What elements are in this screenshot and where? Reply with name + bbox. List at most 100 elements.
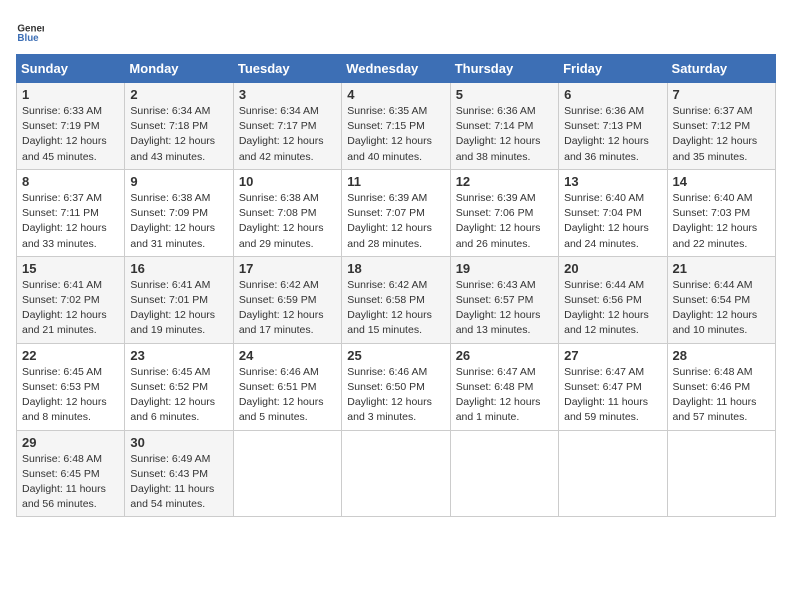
daylight-label: Daylight: 12 hours and 43 minutes. xyxy=(130,135,215,162)
sunrise-label: Sunrise: 6:41 AM xyxy=(130,279,210,291)
day-info: Sunrise: 6:34 AM Sunset: 7:17 PM Dayligh… xyxy=(239,104,336,165)
calendar-cell: 9 Sunrise: 6:38 AM Sunset: 7:09 PM Dayli… xyxy=(125,169,233,256)
calendar-cell: 28 Sunrise: 6:48 AM Sunset: 6:46 PM Dayl… xyxy=(667,343,775,430)
sunrise-label: Sunrise: 6:34 AM xyxy=(130,105,210,117)
sunrise-label: Sunrise: 6:46 AM xyxy=(347,366,427,378)
sunrise-label: Sunrise: 6:44 AM xyxy=(673,279,753,291)
day-number: 30 xyxy=(130,435,227,450)
daylight-label: Daylight: 11 hours and 59 minutes. xyxy=(564,396,648,423)
calendar-row: 1 Sunrise: 6:33 AM Sunset: 7:19 PM Dayli… xyxy=(17,83,776,170)
calendar-cell: 24 Sunrise: 6:46 AM Sunset: 6:51 PM Dayl… xyxy=(233,343,341,430)
sunset-label: Sunset: 7:04 PM xyxy=(564,207,642,219)
sunrise-label: Sunrise: 6:43 AM xyxy=(456,279,536,291)
daylight-label: Daylight: 12 hours and 42 minutes. xyxy=(239,135,324,162)
day-info: Sunrise: 6:40 AM Sunset: 7:03 PM Dayligh… xyxy=(673,191,770,252)
sunset-label: Sunset: 6:47 PM xyxy=(564,381,642,393)
sunrise-label: Sunrise: 6:41 AM xyxy=(22,279,102,291)
sunrise-label: Sunrise: 6:45 AM xyxy=(130,366,210,378)
day-info: Sunrise: 6:45 AM Sunset: 6:53 PM Dayligh… xyxy=(22,365,119,426)
daylight-label: Daylight: 12 hours and 12 minutes. xyxy=(564,309,649,336)
day-info: Sunrise: 6:35 AM Sunset: 7:15 PM Dayligh… xyxy=(347,104,444,165)
day-number: 1 xyxy=(22,87,119,102)
day-number: 22 xyxy=(22,348,119,363)
day-number: 11 xyxy=(347,174,444,189)
sunrise-label: Sunrise: 6:47 AM xyxy=(456,366,536,378)
day-info: Sunrise: 6:43 AM Sunset: 6:57 PM Dayligh… xyxy=(456,278,553,339)
calendar-cell xyxy=(342,430,450,517)
day-info: Sunrise: 6:38 AM Sunset: 7:08 PM Dayligh… xyxy=(239,191,336,252)
sunset-label: Sunset: 7:07 PM xyxy=(347,207,425,219)
sunset-label: Sunset: 6:56 PM xyxy=(564,294,642,306)
day-number: 3 xyxy=(239,87,336,102)
calendar-cell: 2 Sunrise: 6:34 AM Sunset: 7:18 PM Dayli… xyxy=(125,83,233,170)
day-info: Sunrise: 6:44 AM Sunset: 6:56 PM Dayligh… xyxy=(564,278,661,339)
sunrise-label: Sunrise: 6:48 AM xyxy=(22,453,102,465)
daylight-label: Daylight: 12 hours and 33 minutes. xyxy=(22,222,107,249)
weekday-header: Thursday xyxy=(450,55,558,83)
daylight-label: Daylight: 12 hours and 35 minutes. xyxy=(673,135,758,162)
calendar-cell: 6 Sunrise: 6:36 AM Sunset: 7:13 PM Dayli… xyxy=(559,83,667,170)
day-number: 8 xyxy=(22,174,119,189)
daylight-label: Daylight: 12 hours and 24 minutes. xyxy=(564,222,649,249)
day-number: 29 xyxy=(22,435,119,450)
daylight-label: Daylight: 12 hours and 45 minutes. xyxy=(22,135,107,162)
daylight-label: Daylight: 12 hours and 31 minutes. xyxy=(130,222,215,249)
logo: General Blue xyxy=(16,16,48,44)
calendar-cell: 3 Sunrise: 6:34 AM Sunset: 7:17 PM Dayli… xyxy=(233,83,341,170)
daylight-label: Daylight: 11 hours and 57 minutes. xyxy=(673,396,757,423)
sunrise-label: Sunrise: 6:47 AM xyxy=(564,366,644,378)
day-number: 14 xyxy=(673,174,770,189)
daylight-label: Daylight: 12 hours and 28 minutes. xyxy=(347,222,432,249)
sunset-label: Sunset: 7:01 PM xyxy=(130,294,208,306)
sunrise-label: Sunrise: 6:36 AM xyxy=(456,105,536,117)
calendar-cell xyxy=(667,430,775,517)
day-info: Sunrise: 6:34 AM Sunset: 7:18 PM Dayligh… xyxy=(130,104,227,165)
daylight-label: Daylight: 12 hours and 10 minutes. xyxy=(673,309,758,336)
sunset-label: Sunset: 6:53 PM xyxy=(22,381,100,393)
sunrise-label: Sunrise: 6:40 AM xyxy=(673,192,753,204)
sunset-label: Sunset: 6:48 PM xyxy=(456,381,534,393)
daylight-label: Daylight: 12 hours and 22 minutes. xyxy=(673,222,758,249)
day-number: 23 xyxy=(130,348,227,363)
day-number: 19 xyxy=(456,261,553,276)
calendar-cell: 25 Sunrise: 6:46 AM Sunset: 6:50 PM Dayl… xyxy=(342,343,450,430)
daylight-label: Daylight: 12 hours and 29 minutes. xyxy=(239,222,324,249)
day-info: Sunrise: 6:42 AM Sunset: 6:59 PM Dayligh… xyxy=(239,278,336,339)
day-number: 26 xyxy=(456,348,553,363)
day-number: 10 xyxy=(239,174,336,189)
sunset-label: Sunset: 7:15 PM xyxy=(347,120,425,132)
weekday-header: Saturday xyxy=(667,55,775,83)
calendar-row: 22 Sunrise: 6:45 AM Sunset: 6:53 PM Dayl… xyxy=(17,343,776,430)
calendar-cell: 1 Sunrise: 6:33 AM Sunset: 7:19 PM Dayli… xyxy=(17,83,125,170)
calendar-cell: 8 Sunrise: 6:37 AM Sunset: 7:11 PM Dayli… xyxy=(17,169,125,256)
daylight-label: Daylight: 12 hours and 36 minutes. xyxy=(564,135,649,162)
calendar-cell xyxy=(450,430,558,517)
day-number: 25 xyxy=(347,348,444,363)
calendar-cell: 12 Sunrise: 6:39 AM Sunset: 7:06 PM Dayl… xyxy=(450,169,558,256)
day-number: 16 xyxy=(130,261,227,276)
day-number: 9 xyxy=(130,174,227,189)
day-info: Sunrise: 6:39 AM Sunset: 7:06 PM Dayligh… xyxy=(456,191,553,252)
calendar-row: 15 Sunrise: 6:41 AM Sunset: 7:02 PM Dayl… xyxy=(17,256,776,343)
page-header: General Blue xyxy=(16,16,776,44)
sunset-label: Sunset: 7:03 PM xyxy=(673,207,751,219)
day-number: 2 xyxy=(130,87,227,102)
day-info: Sunrise: 6:48 AM Sunset: 6:45 PM Dayligh… xyxy=(22,452,119,513)
sunset-label: Sunset: 7:14 PM xyxy=(456,120,534,132)
sunset-label: Sunset: 7:09 PM xyxy=(130,207,208,219)
sunset-label: Sunset: 7:12 PM xyxy=(673,120,751,132)
calendar-cell: 23 Sunrise: 6:45 AM Sunset: 6:52 PM Dayl… xyxy=(125,343,233,430)
daylight-label: Daylight: 12 hours and 15 minutes. xyxy=(347,309,432,336)
daylight-label: Daylight: 12 hours and 13 minutes. xyxy=(456,309,541,336)
calendar-cell: 20 Sunrise: 6:44 AM Sunset: 6:56 PM Dayl… xyxy=(559,256,667,343)
day-info: Sunrise: 6:37 AM Sunset: 7:11 PM Dayligh… xyxy=(22,191,119,252)
day-number: 7 xyxy=(673,87,770,102)
sunrise-label: Sunrise: 6:35 AM xyxy=(347,105,427,117)
calendar-cell: 13 Sunrise: 6:40 AM Sunset: 7:04 PM Dayl… xyxy=(559,169,667,256)
sunset-label: Sunset: 6:50 PM xyxy=(347,381,425,393)
sunset-label: Sunset: 7:13 PM xyxy=(564,120,642,132)
sunset-label: Sunset: 6:46 PM xyxy=(673,381,751,393)
day-info: Sunrise: 6:46 AM Sunset: 6:50 PM Dayligh… xyxy=(347,365,444,426)
weekday-header: Friday xyxy=(559,55,667,83)
calendar-cell: 27 Sunrise: 6:47 AM Sunset: 6:47 PM Dayl… xyxy=(559,343,667,430)
